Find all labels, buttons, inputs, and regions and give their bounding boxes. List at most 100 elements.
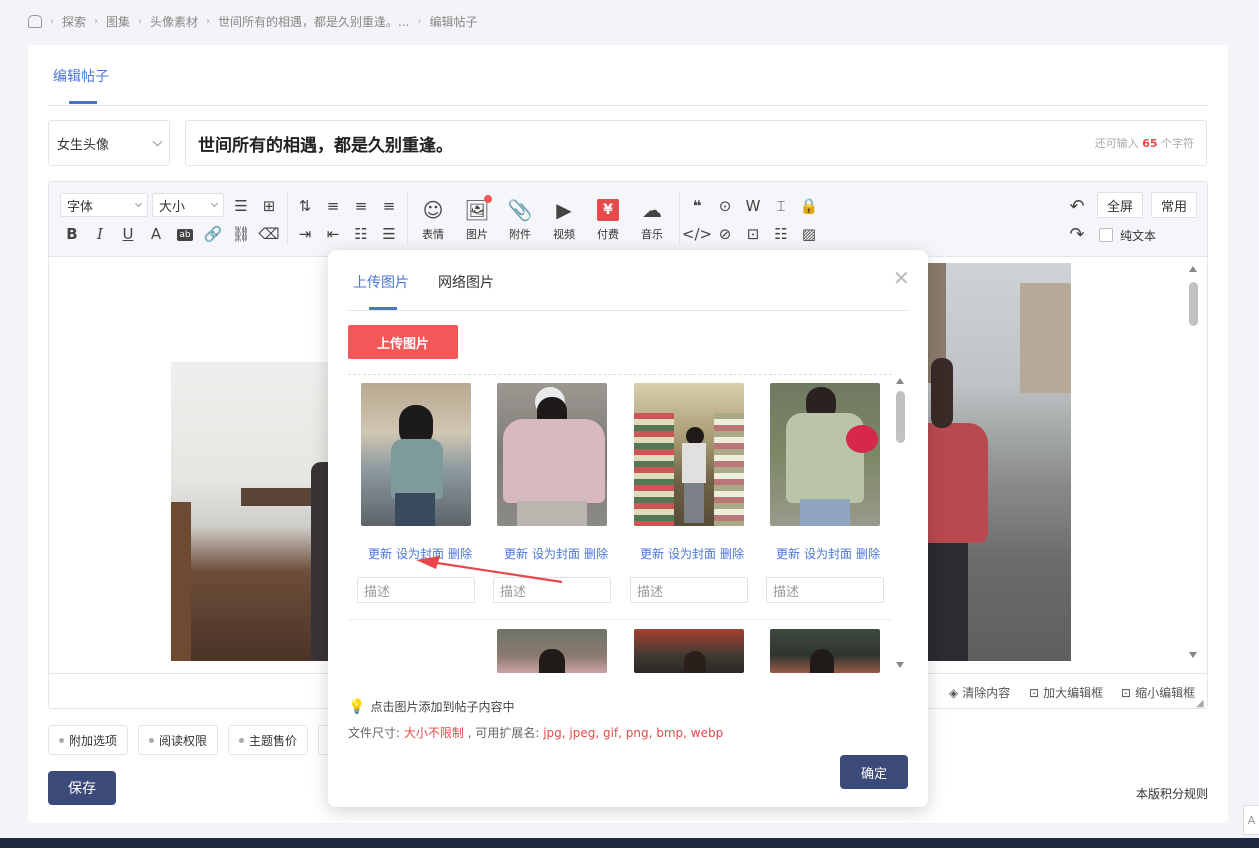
- font-select[interactable]: 字体: [60, 193, 148, 217]
- hide-paid-icon[interactable]: ⊙: [715, 196, 735, 216]
- font-color-icon[interactable]: A: [146, 224, 166, 244]
- page-footer-bar: [0, 838, 1259, 848]
- confirm-button[interactable]: 确定: [840, 755, 908, 789]
- image-edit-icon[interactable]: ⊡: [743, 224, 763, 244]
- annotation-arrow: [416, 556, 563, 584]
- unordered-list-icon[interactable]: ☰: [379, 224, 399, 244]
- code-icon[interactable]: </>: [682, 224, 712, 244]
- tab-web-image[interactable]: 网络图片: [438, 272, 494, 292]
- save-button[interactable]: 保存: [48, 771, 116, 805]
- image-button[interactable]: 🖼 图片: [460, 195, 494, 242]
- align-left-icon[interactable]: ≡: [323, 196, 343, 216]
- delete-link[interactable]: 删除: [720, 545, 744, 562]
- title-input[interactable]: 世间所有的相遇，都是久别重逢。 还可输入 65 个字符: [185, 120, 1207, 166]
- emoji-button[interactable]: ☺ 表情: [416, 197, 450, 242]
- ordered-list-icon[interactable]: ☷: [351, 224, 371, 244]
- video-label: 视频: [553, 228, 575, 241]
- quote-icon[interactable]: ❝: [687, 196, 707, 216]
- enlarge-editor-button[interactable]: ⊡ 加大编辑框: [1029, 684, 1103, 701]
- undo-icon[interactable]: ↶: [1067, 196, 1087, 217]
- thumbnail-image[interactable]: [634, 629, 744, 673]
- update-link[interactable]: 更新: [776, 545, 800, 562]
- outdent-icon[interactable]: ⇤: [323, 224, 343, 244]
- breadcrumb-item-explore[interactable]: 探索: [62, 13, 86, 30]
- hide-icon[interactable]: ⊘: [715, 224, 735, 244]
- thumbnail-image[interactable]: [497, 629, 607, 673]
- category-value: 女生头像: [57, 137, 110, 153]
- size-select[interactable]: 大小: [152, 193, 224, 217]
- common-button[interactable]: 常用: [1151, 192, 1198, 218]
- thumbnail-image[interactable]: [497, 383, 607, 526]
- breadcrumb-item-avatar[interactable]: 头像素材: [150, 13, 198, 30]
- description-input[interactable]: 描述: [766, 577, 884, 603]
- char-counter: 还可输入 65 个字符: [1095, 135, 1194, 151]
- attachment-button[interactable]: 📎 附件: [503, 197, 537, 242]
- clear-content-button[interactable]: ◈ 清除内容: [949, 684, 1010, 701]
- home-icon[interactable]: [28, 14, 42, 28]
- thumbnail-image[interactable]: [361, 383, 471, 526]
- editor-scroll-down[interactable]: [1189, 652, 1197, 658]
- thumbnail-image[interactable]: [770, 629, 880, 673]
- editor-scrollbar[interactable]: [1189, 282, 1198, 326]
- unlink-icon[interactable]: ⛓: [231, 224, 251, 244]
- set-cover-link[interactable]: 设为封面: [668, 545, 716, 562]
- breadcrumb-item-thread[interactable]: 世间所有的相遇，都是久别重逢。...: [218, 13, 409, 30]
- plain-text-checkbox[interactable]: [1099, 228, 1113, 242]
- thumbnail-image[interactable]: [634, 383, 744, 526]
- extra-options-tab[interactable]: 附加选项: [48, 725, 129, 755]
- modal-divider: [348, 310, 908, 311]
- read-permission-tab[interactable]: 阅读权限: [138, 725, 219, 755]
- table-icon[interactable]: ⊞: [259, 196, 279, 216]
- side-float-button[interactable]: A: [1243, 805, 1259, 835]
- pattern-icon[interactable]: ▨: [799, 224, 819, 244]
- tab-upload-image[interactable]: 上传图片: [353, 272, 409, 292]
- content-image-room[interactable]: [171, 362, 331, 661]
- update-link[interactable]: 更新: [368, 545, 392, 562]
- update-link[interactable]: 更新: [640, 545, 664, 562]
- modal-scrollbar[interactable]: [896, 391, 905, 443]
- tab-edit-post[interactable]: 编辑帖子: [53, 66, 109, 86]
- word-icon[interactable]: W: [743, 196, 763, 216]
- delete-link[interactable]: 删除: [584, 545, 608, 562]
- close-icon[interactable]: ✕: [893, 268, 910, 288]
- shrink-icon: ⊡: [1121, 685, 1132, 700]
- chevron-down-icon: [210, 199, 219, 207]
- redo-icon[interactable]: ↷: [1067, 224, 1087, 245]
- link-icon[interactable]: 🔗: [203, 224, 223, 244]
- align-center-icon[interactable]: ≡: [351, 196, 371, 216]
- font-select-label: 字体: [67, 199, 94, 215]
- underline-icon[interactable]: U: [118, 224, 138, 244]
- row-divider: [348, 619, 892, 620]
- modal-scroll-down[interactable]: [896, 662, 904, 668]
- extension-label: , 可用扩展名:: [463, 726, 544, 740]
- italic-icon[interactable]: I: [90, 224, 110, 244]
- music-button[interactable]: ☁ 音乐: [635, 197, 669, 242]
- content-image-street[interactable]: [928, 263, 1071, 661]
- paid-button[interactable]: ¥ 付费: [591, 197, 625, 242]
- eraser-icon[interactable]: ⌫: [258, 224, 279, 244]
- shrink-editor-button[interactable]: ⊡ 缩小编辑框: [1121, 684, 1195, 701]
- upload-image-button[interactable]: 上传图片: [348, 325, 458, 359]
- thread-price-tab[interactable]: 主题售价: [228, 725, 309, 755]
- thumbnail-image[interactable]: [770, 383, 880, 526]
- page-break-icon[interactable]: ⌶: [771, 196, 791, 216]
- sort-icon[interactable]: ⇅: [295, 196, 315, 216]
- delete-link[interactable]: 删除: [856, 545, 880, 562]
- resize-handle-icon[interactable]: ◢: [1196, 698, 1204, 709]
- video-button[interactable]: ▶ 视频: [547, 197, 581, 242]
- bold-icon[interactable]: B: [62, 224, 82, 244]
- description-input[interactable]: 描述: [630, 577, 748, 603]
- horizontal-rule-icon[interactable]: ☰: [231, 196, 251, 216]
- list-layout-icon[interactable]: ☷: [771, 224, 791, 244]
- set-cover-link[interactable]: 设为封面: [804, 545, 852, 562]
- align-right-icon[interactable]: ≡: [379, 196, 399, 216]
- category-select[interactable]: 女生头像: [48, 120, 170, 166]
- background-color-icon[interactable]: ab: [175, 225, 195, 245]
- breadcrumb-item-gallery[interactable]: 图集: [106, 13, 130, 30]
- editor-scroll-up[interactable]: [1189, 266, 1197, 272]
- credit-rules-link[interactable]: 本版积分规则: [1136, 785, 1208, 802]
- modal-scroll-up[interactable]: [896, 378, 904, 384]
- indent-icon[interactable]: ⇥: [295, 224, 315, 244]
- lock-icon[interactable]: 🔒: [799, 196, 819, 216]
- fullscreen-button[interactable]: 全屏: [1097, 192, 1144, 218]
